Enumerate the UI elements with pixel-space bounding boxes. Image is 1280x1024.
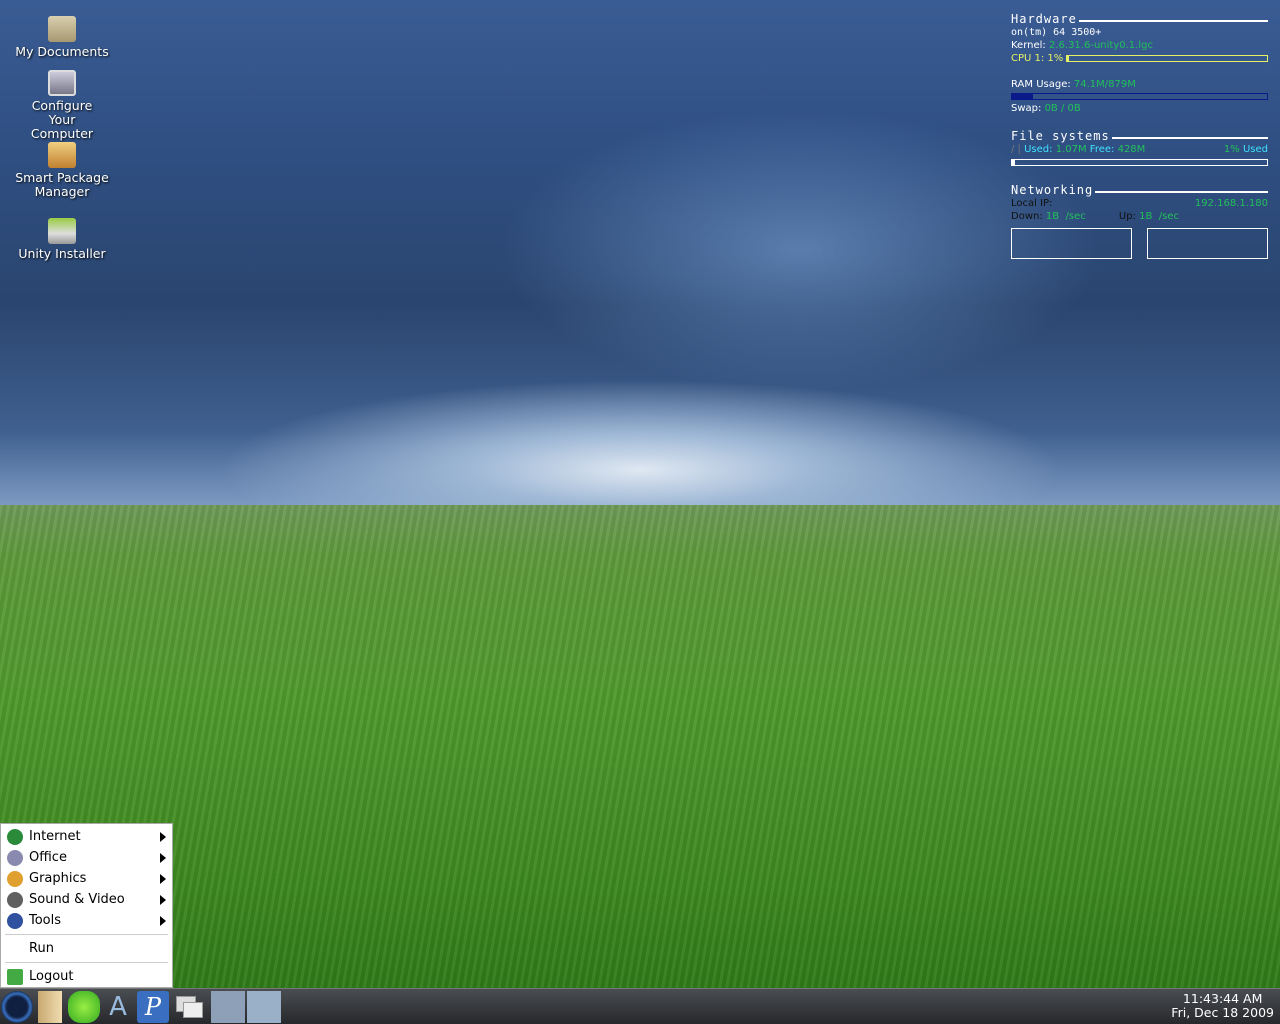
ram-bar xyxy=(1011,93,1268,100)
upload-graph xyxy=(1147,228,1268,259)
submenu-arrow-icon xyxy=(160,915,166,926)
menu-item-office[interactable]: Office xyxy=(1,847,172,868)
package-icon xyxy=(48,142,76,168)
media-icon xyxy=(7,891,23,908)
chat-icon[interactable] xyxy=(68,991,100,1023)
menu-item-internet[interactable]: Internet xyxy=(1,826,172,847)
cpu-label: CPU 1: 1% xyxy=(1011,53,1064,64)
down-value: 1B /sec xyxy=(1045,211,1086,222)
menu-item-tools[interactable]: Tools xyxy=(1,910,172,931)
start-menu-icon[interactable] xyxy=(1,991,33,1023)
hardware-header: Hardware xyxy=(1011,12,1268,26)
pidgin-icon[interactable]: P xyxy=(137,991,169,1023)
menu-item-label: Office xyxy=(29,850,67,865)
installer-drive-icon xyxy=(48,218,76,244)
start-menu: Internet Office Graphics Sound & Video Tools… xyxy=(0,823,173,988)
fs-mount: / | xyxy=(1011,144,1021,155)
desktop-icon-unity-installer[interactable]: Unity Installer xyxy=(8,218,116,261)
menu-item-label: Graphics xyxy=(29,871,87,886)
cpu-name: on(tm) 64 3500+ xyxy=(1011,27,1102,38)
file-manager-icon[interactable] xyxy=(38,991,62,1023)
monitor-config-icon xyxy=(48,70,76,96)
ram-label: RAM Usage: xyxy=(1011,79,1071,90)
folder-home-icon xyxy=(48,16,76,42)
hardware-title: Hardware xyxy=(1011,12,1077,26)
fs-percent: 1% xyxy=(1223,144,1240,155)
networking-title: Networking xyxy=(1011,183,1094,197)
palette-icon xyxy=(7,870,23,887)
menu-item-label: Logout xyxy=(29,969,74,984)
fs-used-label: Used: xyxy=(1024,144,1053,155)
kernel-label: Kernel: xyxy=(1011,40,1046,51)
show-desktop-icon[interactable] xyxy=(174,991,206,1023)
down-label: Down: xyxy=(1011,211,1043,222)
menu-separator xyxy=(5,962,168,963)
taskbar: A P 11:43:44 AM Fri, Dec 18 2009 xyxy=(0,988,1280,1024)
desktop-icon-smart-package-manager[interactable]: Smart Package Manager xyxy=(8,142,116,199)
menu-item-label: Internet xyxy=(29,829,81,844)
submenu-arrow-icon xyxy=(160,831,166,842)
swap-value: 0B / 0B xyxy=(1044,103,1081,114)
desktop-icon-label: My Documents xyxy=(15,44,109,59)
submenu-arrow-icon xyxy=(160,894,166,905)
submenu-arrow-icon xyxy=(160,852,166,863)
ram-value: 74.1M/879M xyxy=(1073,79,1136,90)
desktop-icon-label: Unity Installer xyxy=(18,246,106,261)
workspace-2[interactable] xyxy=(247,991,281,1023)
menu-item-run[interactable]: Run xyxy=(1,938,172,959)
fs-free-label: Free: xyxy=(1089,144,1115,155)
clock-date: Fri, Dec 18 2009 xyxy=(1171,1005,1274,1020)
conky-system-monitor: Hardware on(tm) 64 3500+ Kernel: 2.6.31.… xyxy=(1011,12,1268,259)
up-value: 1B /sec xyxy=(1139,211,1179,222)
desktop-icon-configure[interactable]: Configure Your Computer xyxy=(8,70,116,141)
menu-item-graphics[interactable]: Graphics xyxy=(1,868,172,889)
globe-icon xyxy=(7,828,23,845)
fs-percent-label: Used xyxy=(1242,144,1268,155)
menu-separator xyxy=(5,934,168,935)
swap-label: Swap: xyxy=(1011,103,1042,114)
tools-icon xyxy=(7,912,23,929)
up-label: Up: xyxy=(1118,211,1136,222)
desktop-icon-my-documents[interactable]: My Documents xyxy=(8,16,116,59)
menu-item-label: Run xyxy=(29,941,54,956)
logout-icon xyxy=(7,968,23,985)
menu-item-sound-video[interactable]: Sound & Video xyxy=(1,889,172,910)
cpu-bar xyxy=(1066,55,1268,62)
filesystems-title: File systems xyxy=(1011,129,1110,143)
local-ip: 192.168.1.180 xyxy=(1194,198,1268,209)
menu-item-label: Tools xyxy=(29,913,62,928)
download-graph xyxy=(1011,228,1132,259)
fs-bar xyxy=(1011,159,1268,166)
inkscape-icon[interactable]: A xyxy=(102,991,134,1023)
fs-free: 428M xyxy=(1117,144,1146,155)
submenu-arrow-icon xyxy=(160,873,166,884)
desktop-icon-label: Smart Package Manager xyxy=(15,170,109,199)
kernel-value: 2.6.31.6-unity0.1.lgc xyxy=(1048,40,1153,51)
clock[interactable]: 11:43:44 AM Fri, Dec 18 2009 xyxy=(1171,992,1274,1020)
wallpaper-grass xyxy=(0,505,1280,990)
run-icon xyxy=(7,941,23,957)
local-ip-label: Local IP: xyxy=(1011,198,1053,209)
fs-used: 1.07M xyxy=(1055,144,1087,155)
clock-time: 11:43:44 AM xyxy=(1182,991,1263,1006)
workspace-1[interactable] xyxy=(211,991,245,1023)
desktop-icon-label: Configure Your Computer xyxy=(30,98,94,141)
menu-item-logout[interactable]: Logout xyxy=(1,966,172,987)
office-icon xyxy=(7,849,23,866)
menu-item-label: Sound & Video xyxy=(29,892,125,907)
